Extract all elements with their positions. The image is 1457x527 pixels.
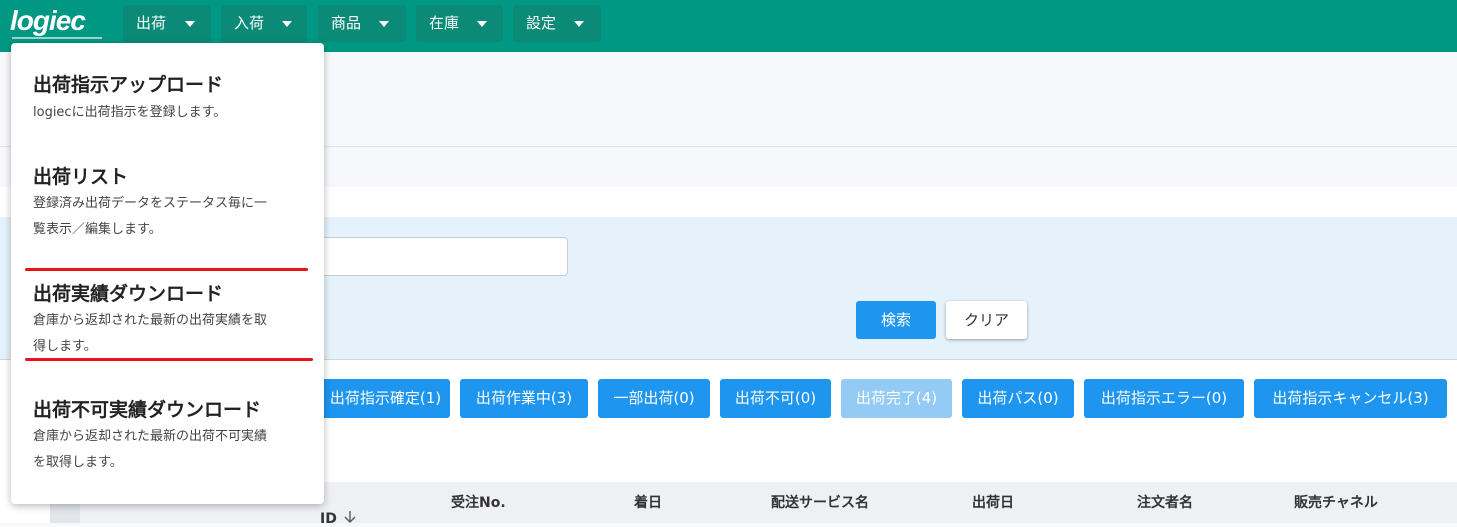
search-button[interactable]: 検索 [856, 301, 936, 339]
status-tab-confirmed[interactable]: 出荷指示確定(1) [311, 379, 450, 418]
logo-tagline [12, 37, 102, 39]
status-tab-cancelled[interactable]: 出荷指示キャンセル(3) [1254, 379, 1447, 418]
nav-menu-settings[interactable]: 設定 [513, 5, 601, 42]
sort-arrow-icon[interactable] [343, 510, 357, 523]
status-tab-pass[interactable]: 出荷パス(0) [962, 379, 1074, 418]
status-tab-not-shippable[interactable]: 出荷不可(0) [720, 379, 831, 418]
menu-item-title: 出荷リスト [33, 166, 129, 188]
highlight-underline [25, 358, 313, 361]
column-header-orderer-name[interactable]: 注文者名 [1137, 492, 1193, 512]
column-header-delivery-service[interactable]: 配送サービス名 [771, 492, 869, 512]
caret-down-icon [282, 21, 292, 27]
column-header-id[interactable]: ID [320, 511, 337, 527]
menu-item-description: logiecに出荷指示を登録します。 [33, 105, 227, 120]
logiec-logo[interactable]: logiec [10, 6, 104, 44]
menu-item-title: 出荷実績ダウンロード [33, 283, 224, 305]
menu-item-description: 倉庫から返却された最新の出荷不可実績 を取得します。 [33, 429, 268, 470]
caret-down-icon [574, 21, 584, 27]
column-header-arrival-date[interactable]: 着日 [634, 492, 662, 512]
column-header-sales-channel[interactable]: 販売チャネル [1294, 492, 1378, 512]
menu-item-description: 倉庫から返却された最新の出荷実績を取 得します。 [33, 313, 268, 354]
nav-menu-products[interactable]: 商品 [318, 5, 406, 42]
search-input[interactable] [300, 237, 568, 276]
menu-item-unshippable-results-download[interactable]: 出荷不可実績ダウンロード 倉庫から返却された最新の出荷不可実績 を取得します。 [11, 389, 324, 489]
column-header-ship-date[interactable]: 出荷日 [972, 492, 1014, 512]
clear-button[interactable]: クリア [946, 301, 1027, 339]
column-header-order-no[interactable]: 受注No. [451, 492, 506, 512]
highlight-underline [25, 268, 308, 271]
menu-item-shipping-list[interactable]: 出荷リスト 登録済み出荷データをステータス毎に一 覧表示／編集します。 [11, 156, 324, 266]
nav-menu-inventory[interactable]: 在庫 [416, 5, 503, 42]
menu-item-shipping-results-download[interactable]: 出荷実績ダウンロード 倉庫から返却された最新の出荷実績を取 得します。 [11, 273, 324, 363]
menu-item-shipping-upload[interactable]: 出荷指示アップロード logiecに出荷指示を登録します。 [11, 65, 324, 149]
menu-item-title: 出荷不可実績ダウンロード [33, 399, 262, 421]
nav-menu-receiving[interactable]: 入荷 [221, 5, 307, 42]
nav-menu-shipping[interactable]: 出荷 [123, 5, 211, 42]
status-tab-partial[interactable]: 一部出荷(0) [598, 379, 710, 418]
status-tab-completed[interactable]: 出荷完了(4) [841, 379, 952, 418]
status-tab-in-progress[interactable]: 出荷作業中(3) [460, 379, 588, 418]
menu-item-description: 登録済み出荷データをステータス毎に一 覧表示／編集します。 [33, 196, 268, 237]
caret-down-icon [185, 21, 195, 27]
status-tab-error[interactable]: 出荷指示エラー(0) [1084, 379, 1244, 418]
menu-item-title: 出荷指示アップロード [33, 74, 224, 96]
shipping-dropdown-menu: 出荷指示アップロード logiecに出荷指示を登録します。 出荷リスト 登録済み… [11, 43, 324, 504]
caret-down-icon [477, 21, 487, 27]
caret-down-icon [379, 21, 389, 27]
